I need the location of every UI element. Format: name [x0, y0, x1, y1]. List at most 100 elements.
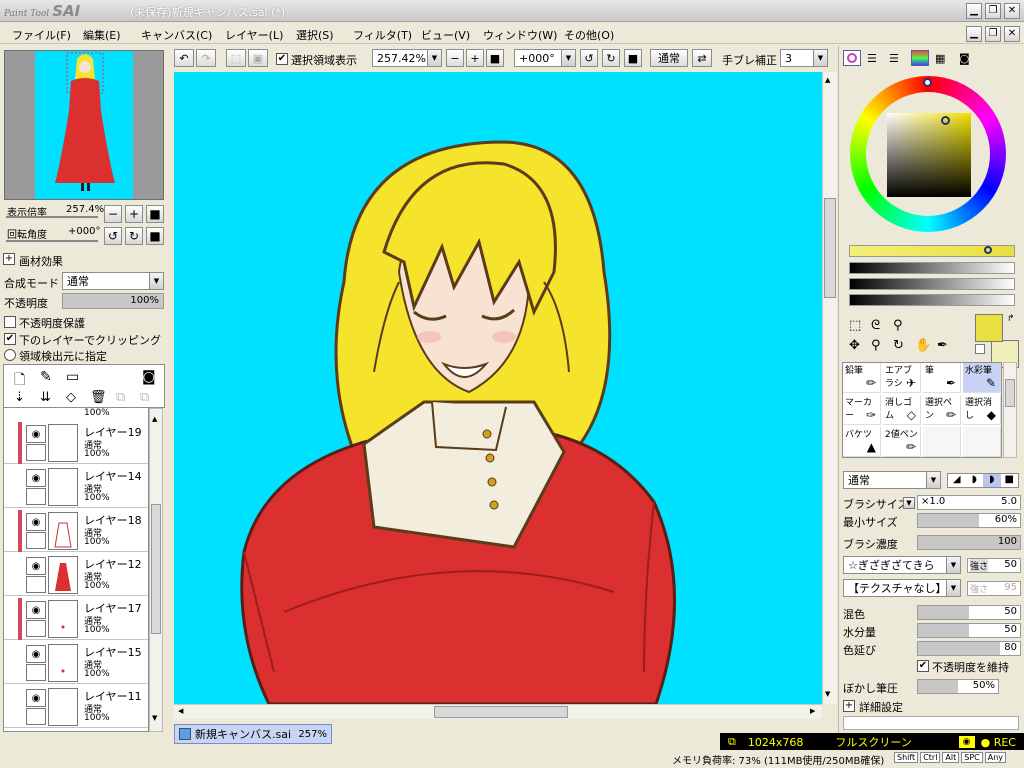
- brush-tool-5[interactable]: 消しゴム ◇: [883, 395, 921, 425]
- layer-scroll-thumb[interactable]: [151, 504, 161, 634]
- brush-tool-4[interactable]: マーカー ✑: [843, 395, 881, 425]
- new-linework-layer-icon[interactable]: ✎: [40, 369, 52, 385]
- brush-blend-combo[interactable]: 通常 ▼: [843, 471, 941, 489]
- lasso-icon[interactable]: ᘓ: [871, 318, 880, 333]
- brush-grid-scrollbar[interactable]: [1003, 362, 1017, 458]
- color-wheel-tab[interactable]: [843, 50, 861, 66]
- nav-zoom-slider[interactable]: [6, 216, 98, 218]
- chevron-up-icon[interactable]: ▲: [825, 76, 830, 84]
- layer-extra2-icon[interactable]: ⧉: [140, 390, 149, 405]
- layer-lock-toggle[interactable]: [26, 532, 46, 549]
- menu-canvas[interactable]: キャンバス(C): [141, 27, 212, 43]
- color-mixer-icon[interactable]: [911, 50, 929, 66]
- size-mult-dropdown[interactable]: ▼: [903, 497, 915, 509]
- zoom-combo[interactable]: 257.42% ▼: [372, 49, 442, 67]
- rect-select-icon[interactable]: ⬚: [849, 318, 861, 333]
- nav-rotate-reset-button[interactable]: ■: [146, 227, 164, 245]
- camera-icon[interactable]: ◉: [958, 736, 975, 748]
- nav-zoom-out-button[interactable]: −: [104, 205, 122, 223]
- nav-zoom-in-button[interactable]: +: [125, 205, 143, 223]
- layer-lock-toggle[interactable]: [26, 708, 46, 725]
- brush-tool-2[interactable]: 筆 ✒: [923, 363, 961, 393]
- gray-slider-3[interactable]: [849, 294, 1015, 306]
- chevron-up-icon[interactable]: ▲: [152, 415, 157, 423]
- menu-file[interactable]: ファイル(F): [12, 27, 71, 43]
- layer-lock-toggle[interactable]: [26, 444, 46, 461]
- texture-combo[interactable]: 【テクスチャなし】 ▼: [843, 579, 961, 597]
- rec-indicator[interactable]: ● REC: [981, 736, 1016, 749]
- chevron-down-icon[interactable]: ▼: [825, 690, 830, 698]
- transparent-color-icon[interactable]: [975, 344, 985, 354]
- menu-window[interactable]: ウィンドウ(W): [483, 27, 557, 43]
- nav-rotate-left-button[interactable]: ↺: [104, 227, 122, 245]
- canvas-vscroll-thumb[interactable]: [824, 198, 836, 298]
- visibility-eye-icon[interactable]: ◉: [26, 689, 46, 707]
- clear-layer-icon[interactable]: ◇: [66, 390, 76, 405]
- brush-tool-1[interactable]: エアブラシ ✈: [883, 363, 921, 393]
- layer-row[interactable]: ◉ レイヤー12 通常 100%: [4, 554, 148, 596]
- brush-tool-6[interactable]: 選択ペン ✏: [923, 395, 961, 425]
- layer-row[interactable]: ◉ レイヤー15 通常 100%: [4, 642, 148, 684]
- hue-slider[interactable]: [849, 245, 1015, 257]
- doc-maximize-button[interactable]: ❐: [985, 26, 1001, 42]
- hand-icon[interactable]: ✋: [915, 338, 931, 353]
- extend-slider[interactable]: 80: [917, 641, 1021, 656]
- brush-shape-selector[interactable]: ◢ ◗ ◗ ■: [947, 473, 1019, 488]
- layer-scrollbar[interactable]: ▲ ▼: [149, 408, 163, 732]
- canvas-tab[interactable]: 新規キャンバス.sai 257%: [174, 724, 332, 744]
- round-tip-icon[interactable]: ◗: [966, 474, 984, 487]
- opacity-slider[interactable]: 100%: [62, 293, 164, 309]
- sv-marker[interactable]: [941, 116, 950, 125]
- hue-marker[interactable]: [923, 78, 932, 87]
- layer-lock-toggle[interactable]: [26, 664, 46, 681]
- canvas-hscroll-thumb[interactable]: [434, 706, 568, 718]
- eyedropper-icon[interactable]: ✒: [937, 338, 948, 353]
- canvas[interactable]: [174, 72, 822, 704]
- layer-row[interactable]: ◉ レイヤー17 通常 100%: [4, 598, 148, 640]
- layer-lock-toggle[interactable]: [26, 620, 46, 637]
- region-source-radio[interactable]: [4, 349, 16, 361]
- stabilizer-combo[interactable]: 3 ▼: [780, 49, 828, 67]
- redo-button[interactable]: ↷: [196, 49, 216, 67]
- move-icon[interactable]: ✥: [849, 338, 860, 353]
- visibility-eye-icon[interactable]: ◉: [26, 425, 46, 443]
- brush-tool-empty[interactable]: [923, 427, 961, 457]
- nav-rotate-right-button[interactable]: ↻: [125, 227, 143, 245]
- saturation-value-square[interactable]: [887, 113, 971, 197]
- water-slider[interactable]: 50: [917, 623, 1021, 638]
- zoom-icon[interactable]: ⚲: [871, 338, 881, 353]
- chevron-right-icon[interactable]: ▶: [810, 707, 815, 715]
- new-folder-icon[interactable]: ▭: [66, 369, 79, 385]
- gray-slider-2[interactable]: [849, 278, 1015, 290]
- zoom-out-button[interactable]: −: [446, 49, 464, 67]
- effect-expand-icon[interactable]: +: [3, 253, 15, 265]
- menu-view[interactable]: ビュー(V): [421, 27, 470, 43]
- shape-strength-field[interactable]: 強さ 50: [967, 558, 1021, 573]
- trash-icon[interactable]: 🗑: [90, 390, 107, 405]
- menu-other[interactable]: その他(O): [564, 27, 614, 43]
- keep-opacity-checkbox[interactable]: ✔: [917, 660, 929, 672]
- visibility-eye-icon[interactable]: ◉: [26, 513, 46, 531]
- rotation-combo[interactable]: +000° ▼: [514, 49, 576, 67]
- recorder-window-icon[interactable]: ⧉: [728, 735, 736, 749]
- brush-size-field[interactable]: ×1.0 5.0: [917, 495, 1021, 510]
- swatch-icon[interactable]: ▦: [935, 52, 945, 65]
- clipping-checkbox[interactable]: ✔: [4, 333, 16, 345]
- menu-edit[interactable]: 編集(E): [83, 27, 121, 43]
- nav-rotate-slider[interactable]: [6, 240, 98, 242]
- blur-pressure-slider[interactable]: 50%: [917, 679, 999, 694]
- layer-row[interactable]: ◉ レイヤー11 通常 100%: [4, 686, 148, 728]
- chevron-left-icon[interactable]: ◀: [178, 707, 183, 715]
- undo-button[interactable]: ↶: [174, 49, 194, 67]
- menu-select[interactable]: 選択(S): [296, 27, 334, 43]
- primary-color-swatch[interactable]: [975, 314, 1003, 342]
- maximize-button[interactable]: ❐: [985, 3, 1001, 19]
- rotate-left-button[interactable]: ↺: [580, 49, 598, 67]
- flat-tip-icon[interactable]: ◢: [948, 474, 966, 487]
- rotate-reset-button[interactable]: ■: [624, 49, 642, 67]
- doc-close-button[interactable]: ✕: [1004, 26, 1020, 42]
- detail-expand-icon[interactable]: +: [843, 700, 855, 712]
- hsv-slider-icon[interactable]: ☰: [889, 52, 899, 65]
- layer-row[interactable]: ◉ レイヤー19 通常 100%: [4, 422, 148, 464]
- brush-shape-combo[interactable]: ☆ぎざぎざてきら ▼: [843, 556, 961, 574]
